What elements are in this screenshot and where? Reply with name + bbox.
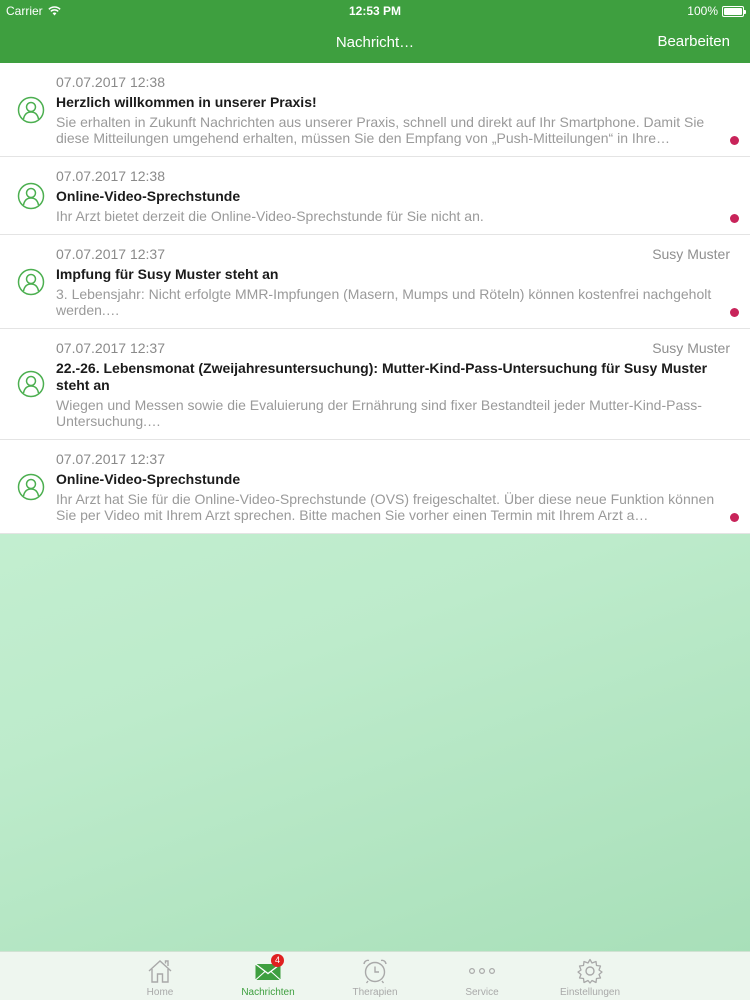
message-sender: Susy Muster [652,246,730,262]
tab-einstellungen[interactable]: Einstellungen [550,952,630,1000]
status-bar: Carrier 12:53 PM 100% [0,0,750,22]
list-item[interactable]: 07.07.2017 12:37 Online-Video-Sprechstun… [0,440,750,534]
list-item[interactable]: 07.07.2017 12:37 Susy Muster 22.-26. Leb… [0,329,750,440]
message-date: 07.07.2017 12:38 [56,168,165,184]
alarm-clock-icon [363,959,387,984]
message-preview: Ihr Arzt bietet derzeit die Online-Video… [56,208,484,224]
home-icon [148,960,172,983]
unread-indicator [730,513,739,522]
more-dots-icon [469,968,495,975]
message-preview: 3. Lebensjahr: Nicht erfolgte MMR-Impfun… [56,286,712,318]
message-date: 07.07.2017 12:38 [56,74,165,90]
message-list: 07.07.2017 12:38 Herzlich willkommen in … [0,63,750,534]
tab-label: Therapien [352,987,398,998]
tab-label: Home [146,987,174,998]
message-date: 07.07.2017 12:37 [56,451,165,467]
edit-button[interactable]: Bearbeiten [657,33,730,50]
list-item[interactable]: 07.07.2017 12:38 Herzlich willkommen in … [0,63,750,157]
person-icon [17,370,45,398]
message-date: 07.07.2017 12:37 [56,340,165,356]
message-sender: Susy Muster [652,340,730,356]
person-icon [17,182,45,209]
page-title: Nachricht… [335,34,415,51]
tab-therapien[interactable]: Therapien [335,952,415,1000]
unread-badge: 4 [271,954,284,967]
tab-service[interactable]: Service [442,952,522,1000]
unread-indicator [730,136,739,145]
message-title: Online-Video-Sprechstunde [56,471,241,487]
tab-bar: Home 4 Nachrichten Therapien Service Ein… [0,951,750,1000]
message-preview: Wiegen und Messen sowie die Evaluierung … [56,397,702,429]
top-bar: Carrier 12:53 PM 100% Nachricht… Bearbei… [0,0,750,63]
tab-nachrichten[interactable]: 4 Nachrichten [228,952,308,1000]
battery-percent: 100% [687,4,718,18]
message-title: Impfung für Susy Muster steht an [56,266,279,282]
message-preview: Ihr Arzt hat Sie für die Online-Video-Sp… [56,491,715,523]
message-title: Online-Video-Sprechstunde [56,188,241,204]
nav-bar: Nachricht… Bearbeiten [0,22,750,63]
battery-icon [722,5,746,17]
tab-label: Einstellungen [559,987,621,998]
list-item[interactable]: 07.07.2017 12:37 Susy Muster Impfung für… [0,235,750,329]
message-title: Herzlich willkommen in unserer Praxis! [56,94,317,110]
message-title: 22.-26. Lebensmonat (Zweijahresuntersuch… [56,360,708,393]
gear-icon [577,958,603,984]
tab-label: Service [465,987,499,998]
unread-indicator [730,308,739,317]
list-item[interactable]: 07.07.2017 12:38 Online-Video-Sprechstun… [0,157,750,235]
message-preview: Sie erhalten in Zukunft Nachrichten aus … [56,114,705,146]
status-time: 12:53 PM [348,4,402,18]
person-icon [17,268,45,295]
tab-label: Nachrichten [241,987,295,998]
message-date: 07.07.2017 12:37 [56,246,165,262]
person-icon [17,96,45,123]
person-icon [17,473,45,500]
unread-indicator [730,214,739,223]
tab-home[interactable]: Home [120,952,200,1000]
